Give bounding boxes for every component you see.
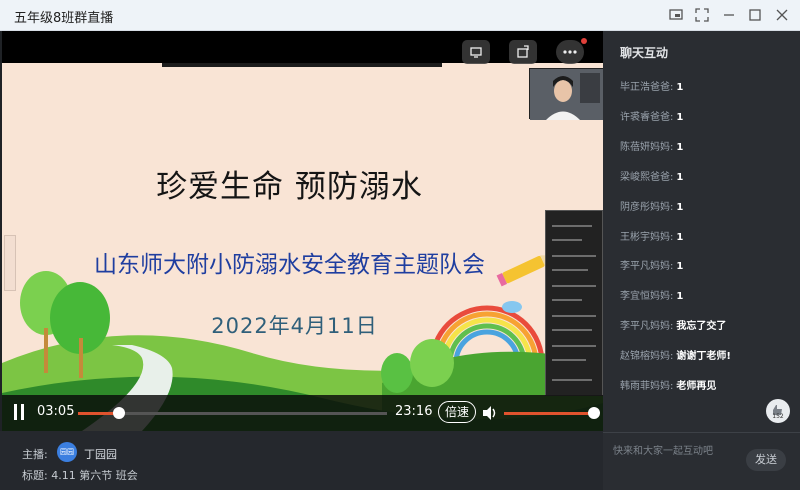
- chat-sender: 梁峻熙爸爸:: [620, 171, 674, 183]
- chat-text: 1: [676, 261, 684, 273]
- chat-message: 韩雨菲妈妈: 老师再见: [620, 377, 716, 392]
- chat-divider: [603, 432, 800, 433]
- chat-message: 赵锦榕妈妈: 谢谢丁老师!: [620, 347, 731, 362]
- chat-text: 老师再见: [676, 381, 717, 392]
- slide-heading: 珍爱生命 预防溺水: [156, 169, 423, 205]
- progress-bar[interactable]: [78, 407, 387, 419]
- more-icon[interactable]: [556, 40, 584, 64]
- close-icon[interactable]: [772, 5, 792, 25]
- presentation-slide: 珍爱生命 预防溺水 山东师大附小防溺水安全教育主题队会 2022年4月11日: [2, 63, 603, 431]
- chat-message: 王彬宇妈妈: 1: [620, 228, 683, 243]
- chat-message: 阴彦彤妈妈: 1: [620, 198, 683, 213]
- chat-input[interactable]: 快来和大家一起互动吧: [613, 442, 713, 457]
- pause-icon[interactable]: [12, 404, 26, 420]
- host-name: 丁园园: [84, 448, 117, 461]
- chat-message: 李平凡妈妈: 1: [620, 257, 683, 272]
- chat-sender: 王彬宇妈妈:: [620, 231, 674, 243]
- volume-fill: [504, 412, 594, 415]
- window-title: 五年级8班群直播: [14, 11, 114, 26]
- chat-sender: 李平凡妈妈:: [620, 321, 674, 333]
- chat-sender: 李平凡妈妈:: [620, 261, 674, 273]
- stream-info: 主播: 园园 丁园园 标题: 4.11 第六节 班会: [0, 431, 603, 490]
- screen-share-icon[interactable]: [462, 40, 490, 64]
- chat-text: 1: [676, 141, 684, 153]
- total-time: 23:16: [395, 404, 433, 419]
- chat-message: 李宜恒妈妈: 1: [620, 287, 683, 302]
- chat-text: 1: [676, 201, 684, 213]
- chat-message: 梁峻熙爸爸: 1: [620, 168, 683, 183]
- pip-icon[interactable]: [666, 5, 686, 25]
- chat-panel: 聊天互动 毕正浩爸爸: 1 许裘睿爸爸: 1 陈蓓妍妈妈: 1 梁峻熙爸爸: 1 阴彦彤妈妈: 1…: [603, 31, 800, 490]
- like-count: 152: [772, 413, 784, 420]
- send-button[interactable]: 发送: [746, 449, 786, 471]
- chat-text: 谢谢丁老师!: [676, 351, 731, 363]
- title-bar: 五年级8班群直播: [0, 0, 800, 31]
- host-avatar: 园园: [57, 442, 77, 462]
- chat-sender: 许裘睿爸爸:: [620, 111, 674, 123]
- volume-icon[interactable]: [480, 403, 500, 423]
- chat-header: 聊天互动: [620, 46, 669, 60]
- host-label: 主播:: [22, 448, 48, 461]
- chat-text: 我忘了交了: [676, 321, 727, 333]
- chat-message: 许裘睿爸爸: 1: [620, 108, 683, 123]
- chat-message: 李平凡妈妈: 我忘了交了: [620, 317, 726, 332]
- player-controls: 03:05 23:16 倍速: [2, 395, 603, 431]
- speed-button[interactable]: 倍速: [438, 401, 476, 423]
- chat-sender: 韩雨菲妈妈:: [620, 381, 674, 392]
- chat-message: 毕正浩爸爸: 1: [620, 78, 683, 93]
- slide-date: 2022年4月11日: [211, 314, 378, 338]
- chat-sender: 阴彦彤妈妈:: [620, 201, 674, 213]
- chat-sender: 李宜恒妈妈:: [620, 291, 674, 303]
- chat-text: 1: [676, 171, 684, 183]
- teacher-webcam[interactable]: [529, 68, 603, 120]
- fullscreen-icon[interactable]: [692, 5, 712, 25]
- like-button[interactable]: 152: [766, 399, 790, 423]
- minimize-icon[interactable]: [719, 5, 739, 25]
- maximize-icon[interactable]: [745, 5, 765, 25]
- chat-sender: 赵锦榕妈妈:: [620, 351, 674, 363]
- chat-sender: 毕正浩爸爸:: [620, 82, 674, 93]
- slide-subheading: 山东师大附小防溺水安全教育主题队会: [94, 252, 485, 278]
- notification-dot: [581, 38, 587, 44]
- chat-text: 1: [676, 111, 684, 123]
- chat-text: 1: [676, 231, 684, 243]
- shared-screen-panel: [545, 210, 603, 396]
- chat-text: 1: [676, 82, 684, 93]
- rotate-icon[interactable]: [509, 40, 537, 64]
- volume-slider[interactable]: [504, 407, 600, 419]
- volume-knob[interactable]: [588, 407, 600, 419]
- video-player[interactable]: 珍爱生命 预防溺水 山东师大附小防溺水安全教育主题队会 2022年4月11日 0…: [2, 31, 603, 431]
- slide-side-buttons[interactable]: [4, 235, 16, 291]
- chat-message: 陈蓓妍妈妈: 1: [620, 138, 683, 153]
- current-time: 03:05: [37, 404, 75, 419]
- stream-title: 标题: 4.11 第六节 班会: [22, 469, 138, 482]
- chat-sender: 陈蓓妍妈妈:: [620, 141, 674, 153]
- chat-text: 1: [676, 291, 684, 303]
- progress-knob[interactable]: [112, 407, 125, 419]
